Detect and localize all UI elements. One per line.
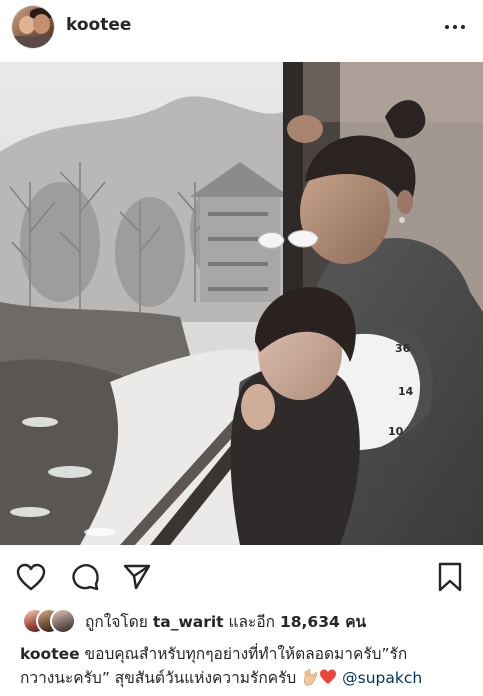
- caption: kootee ขอบคุณสำหรับทุกๆอย่างที่ทำให้ตลอด…: [20, 642, 470, 693]
- comment-bubble-icon: [72, 564, 99, 591]
- liker-avatar: [50, 608, 76, 634]
- bookmark-icon: [438, 562, 462, 592]
- caption-line-2: กวางนะครับ” สุขสันต์วันแห่งความรักครับ: [20, 669, 297, 687]
- top-liker-link[interactable]: ta_warit: [153, 613, 224, 631]
- profile-avatar[interactable]: [12, 6, 54, 48]
- share-button[interactable]: [120, 560, 154, 594]
- send-paper-plane-icon: [123, 564, 151, 590]
- post-photo[interactable]: 36 14 10: [0, 62, 483, 545]
- caption-username[interactable]: kootee: [20, 645, 80, 663]
- comment-button[interactable]: [68, 560, 102, 594]
- svg-text:36: 36: [395, 342, 411, 355]
- likes-row: ถูกใจโดย ta_warit และอีก 18,634 คน: [0, 606, 483, 634]
- heart-outline-icon: [16, 563, 46, 591]
- post-header: kootee: [0, 0, 483, 56]
- liker-avatars[interactable]: [22, 608, 82, 634]
- likes-count[interactable]: 18,634: [280, 613, 340, 631]
- mention-link[interactable]: @supakch: [342, 669, 422, 687]
- post-username[interactable]: kootee: [66, 15, 131, 35]
- likes-text: ถูกใจโดย ta_warit และอีก 18,634 คน: [85, 609, 366, 634]
- likes-middle: และอีก: [223, 613, 280, 631]
- save-button[interactable]: [433, 560, 467, 594]
- more-options-icon[interactable]: [445, 18, 465, 36]
- svg-text:10: 10: [388, 425, 404, 438]
- heart-emoji-icon: [319, 668, 337, 693]
- like-button[interactable]: [14, 560, 48, 594]
- action-bar: [0, 558, 483, 594]
- likes-suffix: คน: [339, 613, 367, 631]
- likes-prefix: ถูกใจโดย: [85, 613, 153, 631]
- caption-line-1: ขอบคุณสำหรับทุกๆอย่างที่ทำให้ตลอดมาครับ”…: [79, 645, 408, 663]
- hand-love-emoji-icon: [301, 668, 319, 693]
- svg-text:14: 14: [398, 385, 414, 398]
